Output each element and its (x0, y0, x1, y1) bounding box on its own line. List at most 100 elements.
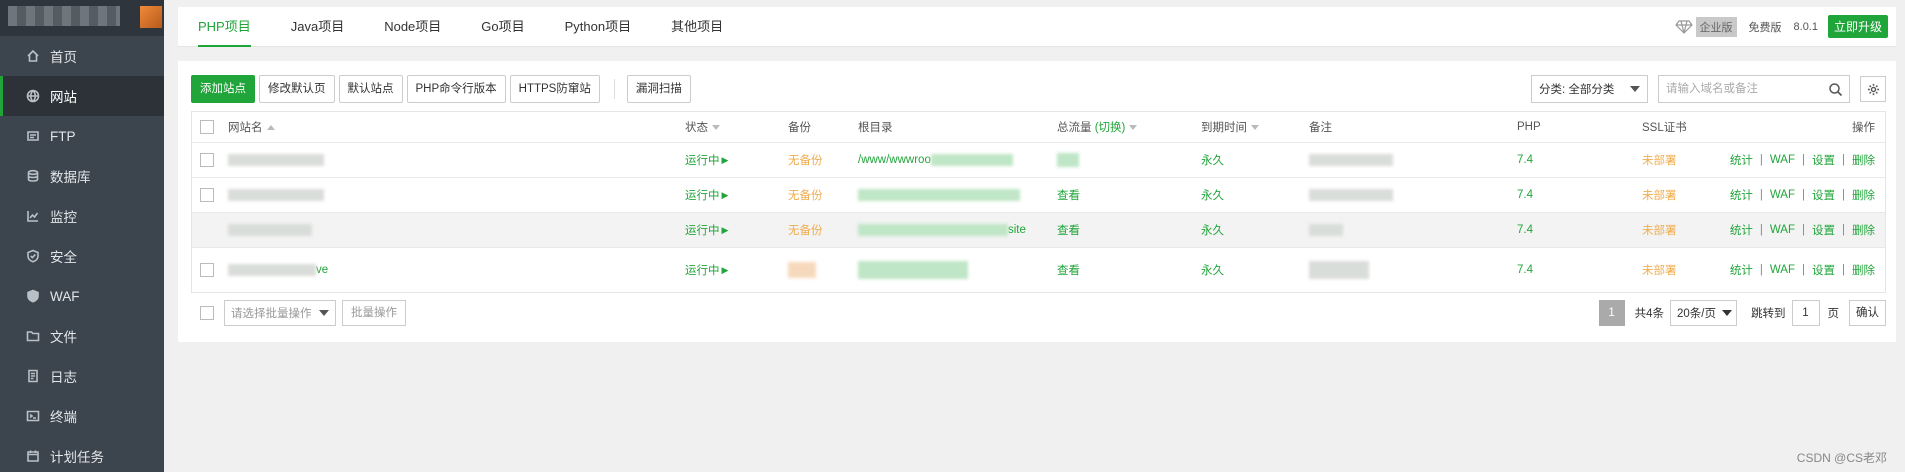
traffic-view-link[interactable]: 查看 (1057, 248, 1080, 292)
stats-link[interactable]: 统计 (1730, 262, 1753, 278)
tab-python[interactable]: Python项目 (545, 7, 651, 47)
row-checkbox[interactable] (200, 263, 214, 277)
waf-link[interactable]: WAF (1770, 189, 1795, 201)
goto-page-input[interactable]: 1 (1791, 300, 1820, 326)
tab-php[interactable]: PHP项目 (178, 7, 271, 47)
footer-select-all-checkbox[interactable] (200, 306, 214, 320)
expire-link[interactable]: 永久 (1201, 213, 1224, 247)
root-dir-link[interactable]: /www/wwwroo (858, 143, 1013, 177)
status-running[interactable]: 运行中 ▶ (685, 248, 728, 292)
expire-link[interactable]: 永久 (1201, 178, 1224, 212)
delete-link[interactable]: 删除 (1852, 152, 1875, 168)
table-settings-button[interactable] (1860, 76, 1886, 102)
upgrade-button[interactable]: 立即升级 (1827, 15, 1888, 38)
status-running[interactable]: 运行中 ▶ (685, 178, 728, 212)
sidebar-item-home[interactable]: 首页 (0, 36, 164, 76)
sidebar-item-terminal[interactable]: 终端 (0, 396, 164, 436)
ssl-status-link[interactable]: 未部署 (1642, 178, 1677, 212)
php-version-link[interactable]: 7.4 (1517, 213, 1533, 247)
traffic-view-link[interactable]: 查看 (1057, 178, 1080, 212)
traffic-view-link[interactable]: 查看 (1057, 213, 1080, 247)
ssl-status-link[interactable]: 未部署 (1642, 143, 1677, 177)
backup-link[interactable] (788, 248, 816, 292)
expire-link[interactable]: 永久 (1201, 248, 1224, 292)
sidebar-item-cron[interactable]: 计划任务 (0, 436, 164, 472)
avatar[interactable] (140, 6, 162, 28)
ftp-icon (26, 129, 40, 143)
remark-cell[interactable] (1309, 213, 1343, 247)
sidebar-item-monitor[interactable]: 监控 (0, 196, 164, 236)
sidebar-item-files[interactable]: 文件 (0, 316, 164, 356)
tab-other[interactable]: 其他项目 (651, 7, 743, 47)
batch-action-button[interactable]: 批量操作 (342, 300, 406, 326)
traffic-switch-link[interactable]: (切换) (1095, 119, 1126, 135)
remark-cell[interactable] (1309, 178, 1393, 212)
row-checkbox[interactable] (200, 223, 214, 237)
backup-link[interactable]: 无备份 (788, 178, 823, 212)
sidebar-item-label: WAF (50, 288, 80, 304)
tab-go[interactable]: Go项目 (461, 7, 544, 47)
stats-link[interactable]: 统计 (1730, 187, 1753, 203)
backup-link[interactable]: 无备份 (788, 143, 823, 177)
settings-link[interactable]: 设置 (1812, 152, 1835, 168)
sidebar-item-logs[interactable]: 日志 (0, 356, 164, 396)
tab-java[interactable]: Java项目 (271, 7, 364, 47)
stats-link[interactable]: 统计 (1730, 152, 1753, 168)
col-name-header[interactable]: 网站名 (228, 112, 275, 142)
site-name-link[interactable] (228, 178, 324, 212)
settings-link[interactable]: 设置 (1812, 187, 1835, 203)
site-name-link[interactable] (228, 213, 312, 247)
row-checkbox[interactable] (200, 188, 214, 202)
row-checkbox[interactable] (200, 153, 214, 167)
backup-link[interactable]: 无备份 (788, 213, 823, 247)
settings-link[interactable]: 设置 (1812, 222, 1835, 238)
search-input[interactable] (1659, 76, 1819, 102)
add-site-button[interactable]: 添加站点 (191, 75, 255, 103)
search-icon[interactable] (1828, 82, 1843, 97)
page-size-select[interactable]: 20条/页 (1670, 300, 1737, 326)
sidebar-item-waf[interactable]: WAF (0, 276, 164, 316)
sidebar-item-security[interactable]: 安全 (0, 236, 164, 276)
delete-link[interactable]: 删除 (1852, 262, 1875, 278)
expire-link[interactable]: 永久 (1201, 143, 1224, 177)
remark-cell[interactable] (1309, 248, 1369, 292)
status-running[interactable]: 运行中 ▶ (685, 213, 728, 247)
site-name-link[interactable] (228, 143, 324, 177)
site-name-link[interactable]: ve (228, 248, 328, 292)
ssl-status-link[interactable]: 未部署 (1642, 248, 1677, 292)
root-dir-link[interactable] (858, 248, 968, 292)
php-version-link[interactable]: 7.4 (1517, 143, 1533, 177)
waf-link[interactable]: WAF (1770, 224, 1795, 236)
php-version-link[interactable]: 7.4 (1517, 248, 1533, 292)
current-page-button[interactable]: 1 (1598, 300, 1625, 326)
php-version-link[interactable]: 7.4 (1517, 178, 1533, 212)
settings-link[interactable]: 设置 (1812, 262, 1835, 278)
tab-node[interactable]: Node项目 (364, 7, 461, 47)
ssl-status-link[interactable]: 未部署 (1642, 213, 1677, 247)
root-dir-link[interactable] (858, 178, 1020, 212)
category-select[interactable]: 分类: 全部分类 (1531, 75, 1648, 103)
https-guard-button[interactable]: HTTPS防窜站 (509, 75, 600, 103)
delete-link[interactable]: 删除 (1852, 187, 1875, 203)
status-running[interactable]: 运行中 ▶ (685, 143, 728, 177)
col-traffic-header[interactable]: 总流量 (切换) (1057, 112, 1138, 142)
sidebar-item-ftp[interactable]: FTP (0, 116, 164, 156)
waf-link[interactable]: WAF (1770, 154, 1795, 166)
root-dir-link[interactable]: site (858, 213, 1026, 247)
col-expire-header[interactable]: 到期时间 (1201, 112, 1259, 142)
delete-link[interactable]: 删除 (1852, 222, 1875, 238)
remark-cell[interactable] (1309, 143, 1393, 177)
select-all-checkbox[interactable] (200, 120, 214, 134)
waf-link[interactable]: WAF (1770, 264, 1795, 276)
php-cli-version-button[interactable]: PHP命令行版本 (406, 75, 506, 103)
vuln-scan-button[interactable]: 漏洞扫描 (626, 75, 691, 103)
col-status-header[interactable]: 状态 (685, 112, 720, 142)
stats-link[interactable]: 统计 (1730, 222, 1753, 238)
default-site-button[interactable]: 默认站点 (338, 75, 403, 103)
modify-default-page-button[interactable]: 修改默认页 (259, 75, 335, 103)
sidebar-item-database[interactable]: 数据库 (0, 156, 164, 196)
goto-confirm-button[interactable]: 确认 (1849, 300, 1886, 326)
batch-action-select[interactable]: 请选择批量操作 (224, 300, 336, 326)
sidebar-item-website[interactable]: 网站 (0, 76, 164, 116)
enterprise-badge[interactable]: 企业版 (1695, 16, 1737, 37)
